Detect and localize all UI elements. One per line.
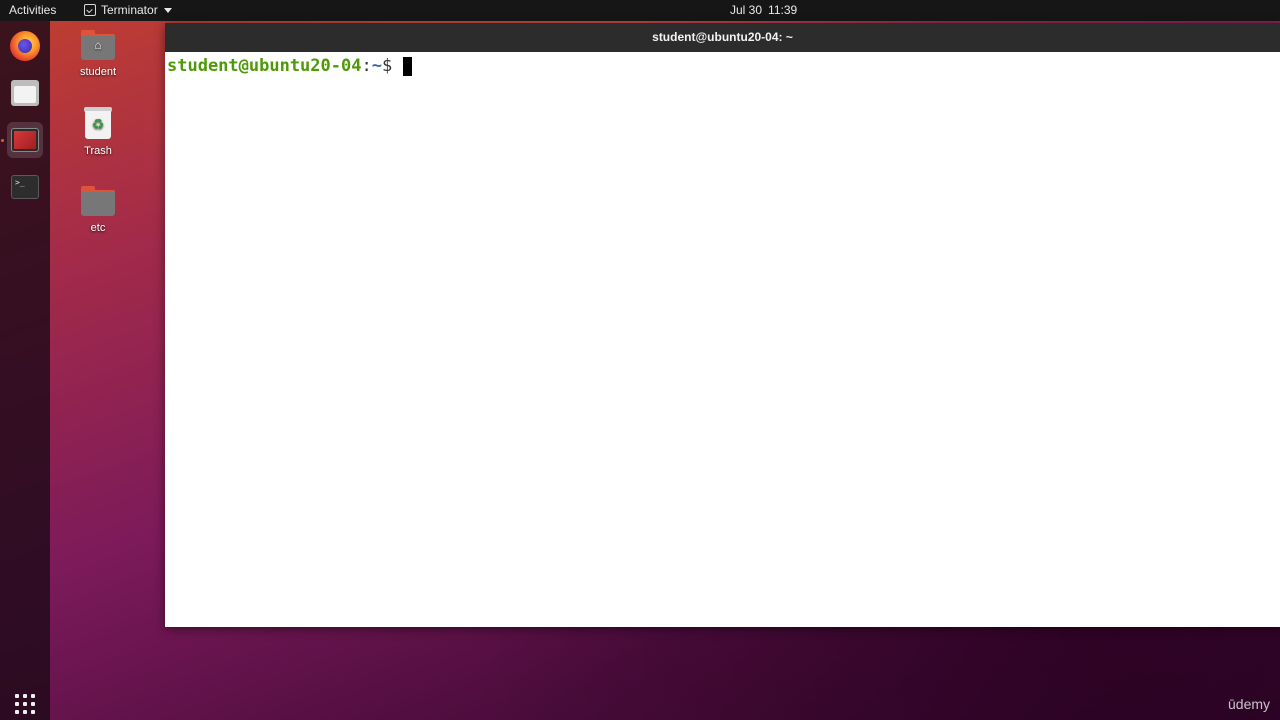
prompt-dollar: $ — [381, 56, 403, 76]
udemy-watermark: ūdemy — [1228, 696, 1271, 712]
top-bar: Activities Terminator Jul 30 11:39 — [0, 0, 1280, 21]
home-folder-icon: ⌂ — [81, 30, 115, 60]
window-title-bar[interactable]: student@ubuntu20-04: ~ — [165, 23, 1280, 52]
window-title: student@ubuntu20-04: ~ — [652, 30, 793, 44]
show-applications-icon[interactable] — [15, 694, 35, 714]
dock-item-terminator[interactable] — [7, 122, 43, 158]
prompt-separator: : — [361, 56, 372, 76]
firefox-icon — [10, 31, 40, 61]
app-menu-label: Terminator — [101, 3, 158, 17]
prompt-path: ~ — [371, 56, 382, 76]
activities-button[interactable]: Activities — [9, 3, 56, 17]
running-indicator — [1, 139, 4, 142]
terminal-icon: >_ — [11, 175, 39, 199]
desktop-icon-label: Trash — [84, 145, 112, 157]
chevron-down-icon — [163, 7, 172, 13]
dock-item-firefox[interactable] — [7, 28, 43, 64]
files-icon — [11, 80, 39, 106]
clock[interactable]: Jul 30 11:39 — [730, 3, 797, 17]
clock-time: 11:39 — [768, 3, 798, 17]
dock: >_ — [0, 21, 50, 720]
terminal-window[interactable]: student@ubuntu20-04: ~ student@ubuntu20-… — [165, 23, 1280, 627]
prompt-line: student@ubuntu20-04: ~ $ — [167, 54, 1280, 78]
clock-date: Jul 30 — [730, 3, 763, 17]
dock-item-terminal[interactable]: >_ — [7, 169, 43, 205]
prompt-user: student@ubuntu20-04 — [167, 56, 362, 76]
desktop-icon-label: etc — [90, 222, 106, 234]
terminator-icon — [11, 128, 39, 152]
terminal-output[interactable]: student@ubuntu20-04: ~ $ — [165, 52, 1280, 627]
folder-icon — [81, 186, 115, 216]
app-menu[interactable]: Terminator — [84, 3, 172, 17]
desktop-icon-etc[interactable]: etc — [63, 186, 133, 234]
dock-item-files[interactable] — [7, 75, 43, 111]
terminator-icon — [84, 4, 96, 16]
desktop-icon-student[interactable]: ⌂ student — [63, 30, 133, 78]
desktop-icon-trash[interactable]: ♻ Trash — [63, 107, 133, 157]
desktop-icon-label: student — [79, 66, 117, 78]
trash-icon: ♻ — [84, 107, 112, 139]
text-cursor — [403, 56, 413, 76]
